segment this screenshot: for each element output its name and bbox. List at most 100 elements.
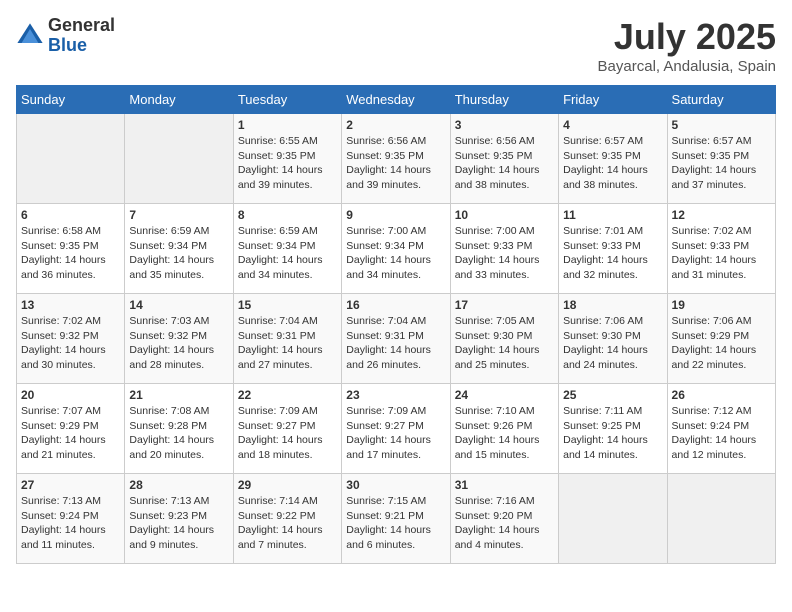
day-info: Sunrise: 7:10 AM Sunset: 9:26 PM Dayligh…: [455, 404, 554, 463]
header-day-monday: Monday: [125, 86, 233, 114]
day-number: 4: [563, 118, 662, 132]
calendar-cell: 20 Sunrise: 7:07 AM Sunset: 9:29 PM Dayli…: [17, 384, 125, 474]
day-number: 23: [346, 388, 445, 402]
week-row-4: 20 Sunrise: 7:07 AM Sunset: 9:29 PM Dayli…: [17, 384, 776, 474]
day-info: Sunrise: 6:59 AM Sunset: 9:34 PM Dayligh…: [238, 224, 337, 283]
day-number: 29: [238, 478, 337, 492]
day-info: Sunrise: 7:06 AM Sunset: 9:30 PM Dayligh…: [563, 314, 662, 373]
day-number: 25: [563, 388, 662, 402]
day-info: Sunrise: 7:04 AM Sunset: 9:31 PM Dayligh…: [238, 314, 337, 373]
calendar-cell: 8Sunrise: 6:59 AM Sunset: 9:34 PM Daylig…: [233, 204, 341, 294]
day-number: 6: [21, 208, 120, 222]
calendar-cell: 6 Sunrise: 6:58 AM Sunset: 9:35 PM Daylig…: [17, 204, 125, 294]
logo-text: General Blue: [48, 16, 115, 56]
day-info: Sunrise: 7:13 AM Sunset: 9:24 PM Dayligh…: [21, 494, 120, 553]
day-info: Sunrise: 6:57 AM Sunset: 9:35 PM Dayligh…: [672, 134, 771, 193]
day-number: 17: [455, 298, 554, 312]
day-info: Sunrise: 7:07 AM Sunset: 9:29 PM Dayligh…: [21, 404, 120, 463]
calendar-cell: 21Sunrise: 7:08 AM Sunset: 9:28 PM Dayli…: [125, 384, 233, 474]
calendar-cell: 2Sunrise: 6:56 AM Sunset: 9:35 PM Daylig…: [342, 114, 450, 204]
day-number: 20: [21, 388, 120, 402]
calendar-cell: 9 Sunrise: 7:00 AM Sunset: 9:34 PM Daylig…: [342, 204, 450, 294]
day-info: Sunrise: 7:16 AM Sunset: 9:20 PM Dayligh…: [455, 494, 554, 553]
calendar-cell: 24 Sunrise: 7:10 AM Sunset: 9:26 PM Dayli…: [450, 384, 558, 474]
day-number: 27: [21, 478, 120, 492]
header-day-saturday: Saturday: [667, 86, 775, 114]
calendar-cell: 28 Sunrise: 7:13 AM Sunset: 9:23 PM Dayli…: [125, 474, 233, 564]
header-row: SundayMondayTuesdayWednesdayThursdayFrid…: [17, 86, 776, 114]
calendar-cell: 11Sunrise: 7:01 AM Sunset: 9:33 PM Dayli…: [559, 204, 667, 294]
header-day-thursday: Thursday: [450, 86, 558, 114]
day-info: Sunrise: 7:03 AM Sunset: 9:32 PM Dayligh…: [129, 314, 228, 373]
day-info: Sunrise: 7:00 AM Sunset: 9:33 PM Dayligh…: [455, 224, 554, 283]
day-number: 15: [238, 298, 337, 312]
calendar-cell: 26Sunrise: 7:12 AM Sunset: 9:24 PM Dayli…: [667, 384, 775, 474]
day-number: 13: [21, 298, 120, 312]
calendar-cell: 27 Sunrise: 7:13 AM Sunset: 9:24 PM Dayli…: [17, 474, 125, 564]
day-info: Sunrise: 7:09 AM Sunset: 9:27 PM Dayligh…: [346, 404, 445, 463]
week-row-3: 13 Sunrise: 7:02 AM Sunset: 9:32 PM Dayli…: [17, 294, 776, 384]
week-row-5: 27 Sunrise: 7:13 AM Sunset: 9:24 PM Dayli…: [17, 474, 776, 564]
location: Bayarcal, Andalusia, Spain: [598, 58, 776, 75]
calendar-cell: 22 Sunrise: 7:09 AM Sunset: 9:27 PM Dayli…: [233, 384, 341, 474]
day-info: Sunrise: 6:59 AM Sunset: 9:34 PM Dayligh…: [129, 224, 228, 283]
day-number: 1: [238, 118, 337, 132]
calendar-cell: 7 Sunrise: 6:59 AM Sunset: 9:34 PM Daylig…: [125, 204, 233, 294]
calendar-cell: 29 Sunrise: 7:14 AM Sunset: 9:22 PM Dayli…: [233, 474, 341, 564]
header-day-friday: Friday: [559, 86, 667, 114]
day-number: 3: [455, 118, 554, 132]
calendar-cell: 17 Sunrise: 7:05 AM Sunset: 9:30 PM Dayli…: [450, 294, 558, 384]
calendar-cell: 15 Sunrise: 7:04 AM Sunset: 9:31 PM Dayli…: [233, 294, 341, 384]
day-number: 12: [672, 208, 771, 222]
day-info: Sunrise: 7:01 AM Sunset: 9:33 PM Dayligh…: [563, 224, 662, 283]
day-info: Sunrise: 7:06 AM Sunset: 9:29 PM Dayligh…: [672, 314, 771, 373]
day-info: Sunrise: 7:13 AM Sunset: 9:23 PM Dayligh…: [129, 494, 228, 553]
header-day-tuesday: Tuesday: [233, 86, 341, 114]
logo: General Blue: [16, 16, 115, 56]
day-number: 31: [455, 478, 554, 492]
day-number: 28: [129, 478, 228, 492]
day-info: Sunrise: 7:12 AM Sunset: 9:24 PM Dayligh…: [672, 404, 771, 463]
calendar-cell: 12 Sunrise: 7:02 AM Sunset: 9:33 PM Dayli…: [667, 204, 775, 294]
day-info: Sunrise: 6:58 AM Sunset: 9:35 PM Dayligh…: [21, 224, 120, 283]
day-number: 24: [455, 388, 554, 402]
day-number: 10: [455, 208, 554, 222]
week-row-2: 6 Sunrise: 6:58 AM Sunset: 9:35 PM Daylig…: [17, 204, 776, 294]
day-info: Sunrise: 7:15 AM Sunset: 9:21 PM Dayligh…: [346, 494, 445, 553]
calendar-cell: 10 Sunrise: 7:00 AM Sunset: 9:33 PM Dayli…: [450, 204, 558, 294]
day-info: Sunrise: 7:02 AM Sunset: 9:32 PM Dayligh…: [21, 314, 120, 373]
calendar-cell: 23 Sunrise: 7:09 AM Sunset: 9:27 PM Dayli…: [342, 384, 450, 474]
calendar-cell: 19Sunrise: 7:06 AM Sunset: 9:29 PM Dayli…: [667, 294, 775, 384]
day-number: 22: [238, 388, 337, 402]
day-info: Sunrise: 7:04 AM Sunset: 9:31 PM Dayligh…: [346, 314, 445, 373]
calendar-cell: 5Sunrise: 6:57 AM Sunset: 9:35 PM Daylig…: [667, 114, 775, 204]
calendar-cell: 4Sunrise: 6:57 AM Sunset: 9:35 PM Daylig…: [559, 114, 667, 204]
calendar-cell: 18Sunrise: 7:06 AM Sunset: 9:30 PM Dayli…: [559, 294, 667, 384]
header-day-wednesday: Wednesday: [342, 86, 450, 114]
day-info: Sunrise: 6:56 AM Sunset: 9:35 PM Dayligh…: [455, 134, 554, 193]
day-info: Sunrise: 7:14 AM Sunset: 9:22 PM Dayligh…: [238, 494, 337, 553]
calendar-cell: 30Sunrise: 7:15 AM Sunset: 9:21 PM Dayli…: [342, 474, 450, 564]
page-header: General Blue July 2025 Bayarcal, Andalus…: [16, 16, 776, 75]
day-info: Sunrise: 7:05 AM Sunset: 9:30 PM Dayligh…: [455, 314, 554, 373]
calendar-cell: 1Sunrise: 6:55 AM Sunset: 9:35 PM Daylig…: [233, 114, 341, 204]
day-info: Sunrise: 7:02 AM Sunset: 9:33 PM Dayligh…: [672, 224, 771, 283]
calendar-cell: [125, 114, 233, 204]
calendar-cell: [667, 474, 775, 564]
logo-icon: [16, 22, 44, 50]
calendar-header: SundayMondayTuesdayWednesdayThursdayFrid…: [17, 86, 776, 114]
week-row-1: 1Sunrise: 6:55 AM Sunset: 9:35 PM Daylig…: [17, 114, 776, 204]
logo-blue: Blue: [48, 36, 115, 56]
month-title: July 2025: [598, 16, 776, 58]
calendar-cell: 14Sunrise: 7:03 AM Sunset: 9:32 PM Dayli…: [125, 294, 233, 384]
day-info: Sunrise: 7:00 AM Sunset: 9:34 PM Dayligh…: [346, 224, 445, 283]
day-number: 2: [346, 118, 445, 132]
day-number: 16: [346, 298, 445, 312]
logo-general: General: [48, 16, 115, 36]
day-number: 9: [346, 208, 445, 222]
calendar-cell: [559, 474, 667, 564]
day-info: Sunrise: 7:09 AM Sunset: 9:27 PM Dayligh…: [238, 404, 337, 463]
day-number: 7: [129, 208, 228, 222]
calendar-cell: 25Sunrise: 7:11 AM Sunset: 9:25 PM Dayli…: [559, 384, 667, 474]
calendar-body: 1Sunrise: 6:55 AM Sunset: 9:35 PM Daylig…: [17, 114, 776, 564]
